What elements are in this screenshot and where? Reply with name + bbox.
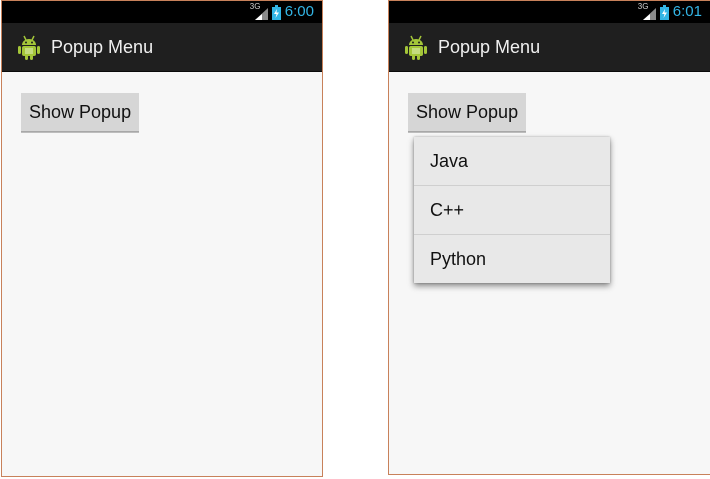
- status-clock: 6:00: [284, 3, 314, 20]
- signal-icon: 3G: [250, 3, 268, 21]
- android-robot-icon[interactable]: [403, 34, 429, 60]
- battery-charging-icon: [659, 4, 669, 20]
- status-bar: 3G 6:00: [2, 1, 322, 23]
- status-icons: 3G 6:00: [250, 1, 314, 23]
- status-clock: 6:01: [672, 3, 702, 20]
- android-robot-icon[interactable]: [16, 34, 42, 60]
- action-bar: Popup Menu: [389, 23, 710, 72]
- screenshot-comparison: 3G 6:00 Popup Menu Show Popup 3G 6:01 Po…: [0, 0, 710, 479]
- action-bar: Popup Menu: [2, 23, 322, 72]
- phone-screen-before: 3G 6:00 Popup Menu Show Popup: [1, 0, 323, 477]
- popup-menu: Java C++ Python: [414, 137, 610, 283]
- popup-item-cpp[interactable]: C++: [414, 186, 610, 235]
- status-icons: 3G 6:01: [638, 1, 702, 23]
- app-title: Popup Menu: [51, 36, 154, 57]
- app-title: Popup Menu: [438, 36, 541, 57]
- battery-charging-icon: [271, 4, 281, 20]
- popup-item-java[interactable]: Java: [414, 137, 610, 186]
- popup-item-python[interactable]: Python: [414, 235, 610, 283]
- phone-screen-after: 3G 6:01 Popup Menu Show Popup Java C++ P…: [388, 0, 710, 475]
- signal-icon: 3G: [638, 3, 656, 21]
- status-bar: 3G 6:01: [389, 1, 710, 23]
- show-popup-button[interactable]: Show Popup: [408, 93, 527, 132]
- show-popup-button[interactable]: Show Popup: [21, 93, 140, 132]
